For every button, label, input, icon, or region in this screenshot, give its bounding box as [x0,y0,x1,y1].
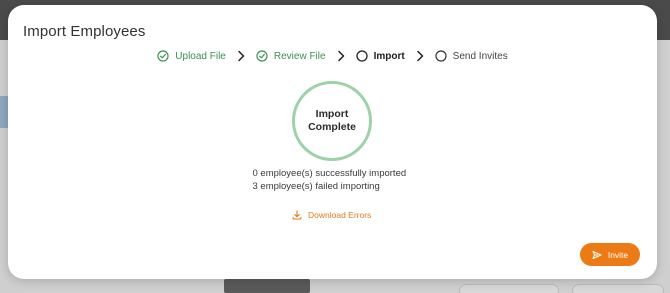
failed-count-text: 3 employee(s) failed importing [252,181,380,192]
download-icon [292,210,302,220]
background-button [572,284,664,293]
step-label: Review File [273,50,326,62]
send-icon [592,250,602,259]
step-import: Import [355,50,405,62]
step-review-file: Review File [256,50,326,62]
chevron-right-icon [238,50,245,62]
check-circle-icon [157,50,169,62]
invite-button-label: Invite [607,249,629,260]
download-errors-label: Download Errors [308,210,372,220]
import-status-ring: Import Complete [292,81,372,161]
status-line: Import [315,108,349,120]
download-errors-link[interactable]: Download Errors [292,208,371,222]
background-button [459,284,559,293]
step-label: Import [373,50,405,62]
success-count-line: 0 employee(s) successfully imported [8,168,657,179]
background-element [224,279,310,293]
empty-circle-icon [355,50,368,62]
modal-title: Import Employees [23,23,146,40]
check-circle-icon [256,50,268,62]
step-label: Upload File [175,50,226,62]
step-label: Send Invites [452,50,508,62]
step-send-invites: Send Invites [435,50,508,62]
empty-circle-icon [435,50,447,62]
import-stepper: Upload File Review File Import Send Invi… [8,47,657,65]
import-employees-modal: Import Employees Upload File Review File [8,5,657,279]
chevron-right-icon [416,50,423,62]
invite-button[interactable]: Invite [580,243,640,266]
import-status-text: Import Complete [297,108,367,134]
success-count-text: 0 employee(s) successfully imported [252,168,407,179]
step-upload-file: Upload File [157,50,226,62]
chevron-right-icon [337,50,344,62]
status-line: Complete [308,121,356,133]
failed-count-line: 3 employee(s) failed importing [8,181,657,192]
